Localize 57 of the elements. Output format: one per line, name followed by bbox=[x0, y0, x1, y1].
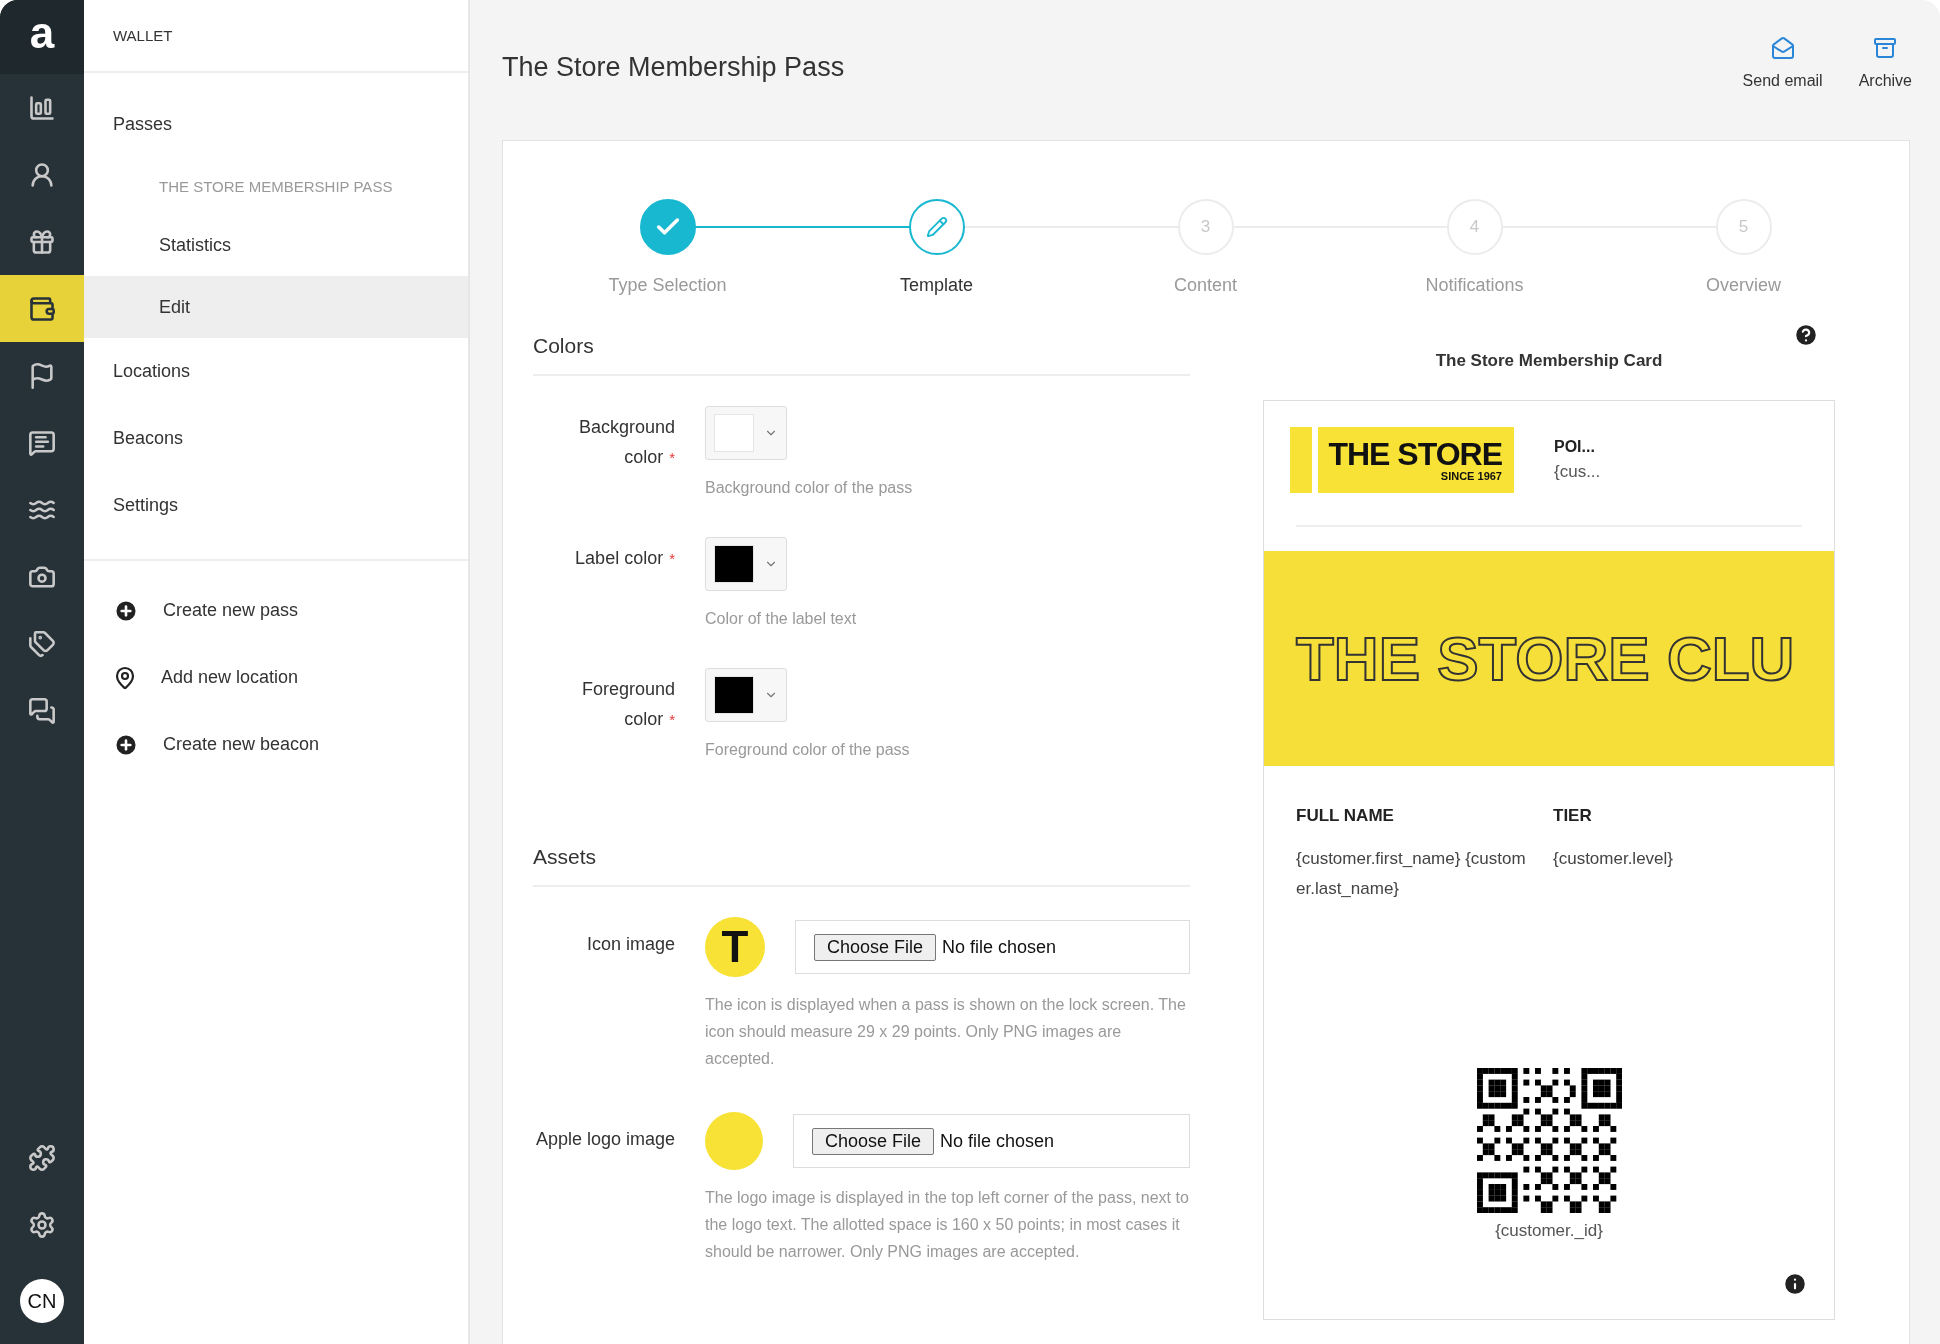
step-label: Type Selection bbox=[608, 275, 727, 296]
help-text: Background color of the pass bbox=[705, 478, 914, 498]
field-label: Background color * bbox=[577, 416, 675, 469]
header-field-label: POI... bbox=[1554, 438, 1596, 456]
section-title: Colors bbox=[533, 322, 1190, 376]
choose-file-button[interactable]: Choose File bbox=[812, 1127, 935, 1155]
active-nav-item[interactable] bbox=[0, 275, 84, 342]
file-input-field[interactable]: Choose File No file chosen bbox=[793, 1114, 1190, 1168]
section-title: Assets bbox=[533, 833, 1190, 887]
section-header: WALLET bbox=[84, 0, 468, 73]
pass-field-value: {customer.first_name} {customer.last_name} bbox=[1296, 848, 1527, 900]
logo-text: THE STORE bbox=[1328, 438, 1502, 470]
step-label: Overview bbox=[1706, 275, 1781, 296]
action-link[interactable]: Create new beacon bbox=[163, 734, 320, 755]
toolbar-label[interactable]: Send email bbox=[1742, 72, 1823, 90]
field-label: Foreground color * bbox=[580, 678, 675, 731]
mail-icon[interactable] bbox=[1770, 36, 1795, 60]
step-label: Content bbox=[1173, 275, 1237, 296]
step-label: Template bbox=[899, 275, 973, 296]
action-link[interactable]: Create new pass bbox=[163, 600, 299, 621]
info-icon[interactable] bbox=[1782, 1271, 1808, 1297]
color-picker[interactable] bbox=[705, 406, 787, 460]
help-text: Color of the label text bbox=[705, 609, 858, 629]
app-logo[interactable]: a bbox=[29, 11, 55, 55]
action-link[interactable]: Add new location bbox=[161, 667, 299, 688]
icon-thumbnail: T bbox=[705, 917, 765, 977]
pass-field-value: {customer.level} bbox=[1553, 848, 1674, 870]
user-avatar[interactable]: CN bbox=[20, 1279, 64, 1323]
pass-field-label: FULL NAME bbox=[1296, 806, 1395, 826]
logo-thumbnail bbox=[705, 1112, 763, 1170]
barcode-text: {customer._id} bbox=[1495, 1221, 1603, 1241]
pass-field-label: TIER bbox=[1553, 806, 1593, 826]
toolbar-label[interactable]: Archive bbox=[1858, 72, 1912, 90]
logo-bar bbox=[1290, 427, 1312, 493]
wallet-icon bbox=[28, 294, 56, 323]
help-text: The logo image is displayed in the top left corner of the pass, next to the logo text. The allotted space is 160 x 50 points; in most cases it should be narrower. Only PNG images are accepted. bbox=[705, 1188, 1190, 1262]
help-icon[interactable] bbox=[1793, 322, 1819, 348]
file-status-text: No file chosen bbox=[942, 936, 1057, 958]
field-label: Apple logo image bbox=[534, 1128, 675, 1151]
choose-file-button[interactable]: Choose File bbox=[814, 933, 937, 961]
strip-text: THE STORE CLU bbox=[1296, 623, 1795, 694]
preview-title: The Store Membership Card bbox=[1435, 351, 1663, 371]
color-picker[interactable] bbox=[705, 537, 787, 591]
nav-item[interactable]: Edit bbox=[84, 276, 468, 338]
pin-icon bbox=[113, 665, 137, 690]
archive-icon[interactable] bbox=[1873, 36, 1898, 60]
file-input-field[interactable]: Choose File No file chosen bbox=[795, 920, 1190, 974]
field-label: Label color * bbox=[574, 547, 675, 570]
header-field-value: {cus... bbox=[1554, 462, 1601, 482]
color-picker[interactable] bbox=[705, 668, 787, 722]
step-label: Notifications bbox=[1425, 275, 1524, 296]
help-text: The icon is displayed when a pass is shown on the lock screen. The icon should measure 29 x 29 points. Only PNG images are accepted. bbox=[705, 995, 1187, 1069]
field-label: Icon image bbox=[585, 933, 675, 956]
page-title: The Store Membership Pass bbox=[502, 52, 845, 83]
file-status-text: No file chosen bbox=[940, 1130, 1055, 1152]
logo-subtext: SINCE 1967 bbox=[1440, 470, 1502, 482]
help-text: Foreground color of the pass bbox=[705, 740, 911, 760]
